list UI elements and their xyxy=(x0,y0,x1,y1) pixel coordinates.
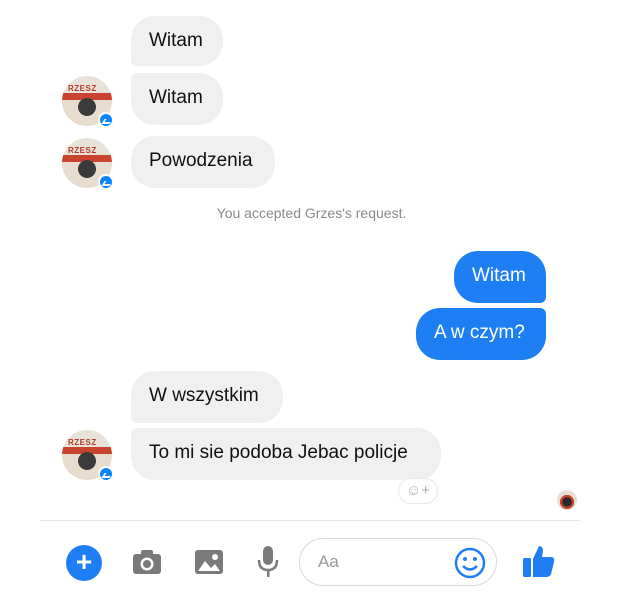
camera-icon[interactable] xyxy=(132,548,162,581)
message-bubble-incoming[interactable]: To mi sie podoba Jebac policje xyxy=(131,428,441,480)
messenger-badge-icon xyxy=(98,174,114,190)
message-bubble-incoming[interactable]: Powodzenia xyxy=(131,136,275,188)
avatar[interactable]: RZESZ xyxy=(62,430,114,482)
message-bubble-outgoing[interactable]: A w czym? xyxy=(416,308,546,360)
message-bubble-incoming[interactable]: Witam xyxy=(131,16,223,66)
read-receipt-avatar xyxy=(557,490,577,510)
messenger-badge-icon xyxy=(98,466,114,482)
avatar[interactable]: RZESZ xyxy=(62,76,114,128)
plus-icon[interactable]: + xyxy=(66,545,102,581)
like-icon[interactable] xyxy=(522,543,556,584)
add-reaction-icon[interactable]: ☺+ xyxy=(398,478,438,504)
message-composer: + Aa xyxy=(40,520,580,601)
avatar-sign: RZESZ xyxy=(68,438,97,447)
mic-icon[interactable] xyxy=(257,545,279,584)
avatar[interactable]: RZESZ xyxy=(62,138,114,190)
message-bubble-incoming[interactable]: Witam xyxy=(131,73,223,125)
system-message: You accepted Grzes's request. xyxy=(216,205,407,221)
image-icon[interactable] xyxy=(194,548,224,581)
message-bubble-outgoing[interactable]: Witam xyxy=(454,251,546,303)
message-input[interactable]: Aa xyxy=(299,538,497,586)
messenger-badge-icon xyxy=(98,112,114,128)
message-bubble-incoming[interactable]: W wszystkim xyxy=(131,371,283,423)
message-thread: Witam RZESZ Witam RZESZ Powodzenia You a… xyxy=(0,0,623,520)
avatar-sign: RZESZ xyxy=(68,146,97,155)
message-input-placeholder: Aa xyxy=(318,552,339,571)
emoji-icon[interactable] xyxy=(454,547,486,584)
avatar-sign: RZESZ xyxy=(68,84,97,93)
